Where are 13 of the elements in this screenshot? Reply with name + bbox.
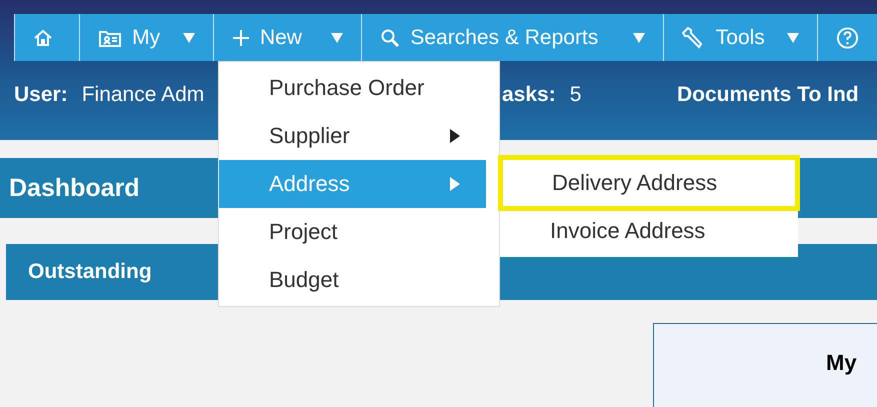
menu-item[interactable]: Purchase Order bbox=[219, 64, 486, 112]
info-label: User: bbox=[14, 83, 68, 107]
search-icon bbox=[380, 28, 400, 48]
menu-item[interactable]: Budget bbox=[219, 256, 486, 304]
home-icon bbox=[33, 28, 53, 48]
card-title: My bbox=[653, 323, 877, 407]
menu-item[interactable]: Supplier bbox=[219, 112, 486, 160]
info-value: Finance Adm bbox=[82, 83, 204, 107]
info-label: asks: bbox=[502, 83, 556, 107]
plus-icon bbox=[232, 28, 250, 46]
help-icon bbox=[836, 26, 859, 50]
info-value: 5 bbox=[570, 83, 582, 107]
info-label: Documents To Ind bbox=[677, 83, 859, 107]
